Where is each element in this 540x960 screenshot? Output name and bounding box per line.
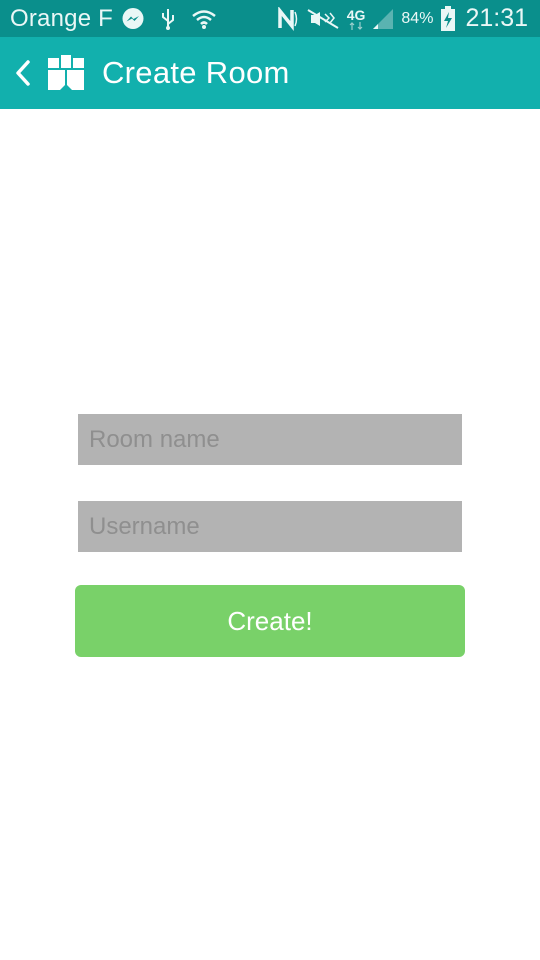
app-bar: Create Room	[0, 37, 540, 109]
mute-icon	[306, 8, 340, 30]
page-title: Create Room	[102, 55, 290, 90]
battery-charging-icon	[440, 5, 456, 32]
room-name-input[interactable]	[78, 414, 462, 465]
back-button[interactable]	[12, 53, 34, 93]
carrier-name: Orange F	[10, 4, 113, 32]
username-input[interactable]	[78, 501, 462, 552]
status-bar-right: 4G 84% 21:31	[277, 4, 528, 33]
nfc-icon	[277, 6, 299, 31]
battery-percent: 84%	[401, 9, 434, 27]
status-bar: Orange F 4G 84% 21:31	[0, 0, 540, 37]
network-type: 4G	[347, 8, 365, 30]
chevron-left-icon	[16, 60, 30, 86]
wifi-icon	[191, 8, 217, 30]
clock: 21:31	[465, 4, 528, 32]
status-bar-left: Orange F	[10, 5, 217, 33]
messenger-icon	[121, 7, 145, 31]
data-arrows-icon	[349, 21, 363, 30]
signal-icon	[372, 8, 394, 30]
app-logo-icon	[48, 55, 84, 91]
usb-icon	[159, 7, 177, 31]
create-button[interactable]: Create!	[75, 585, 465, 657]
